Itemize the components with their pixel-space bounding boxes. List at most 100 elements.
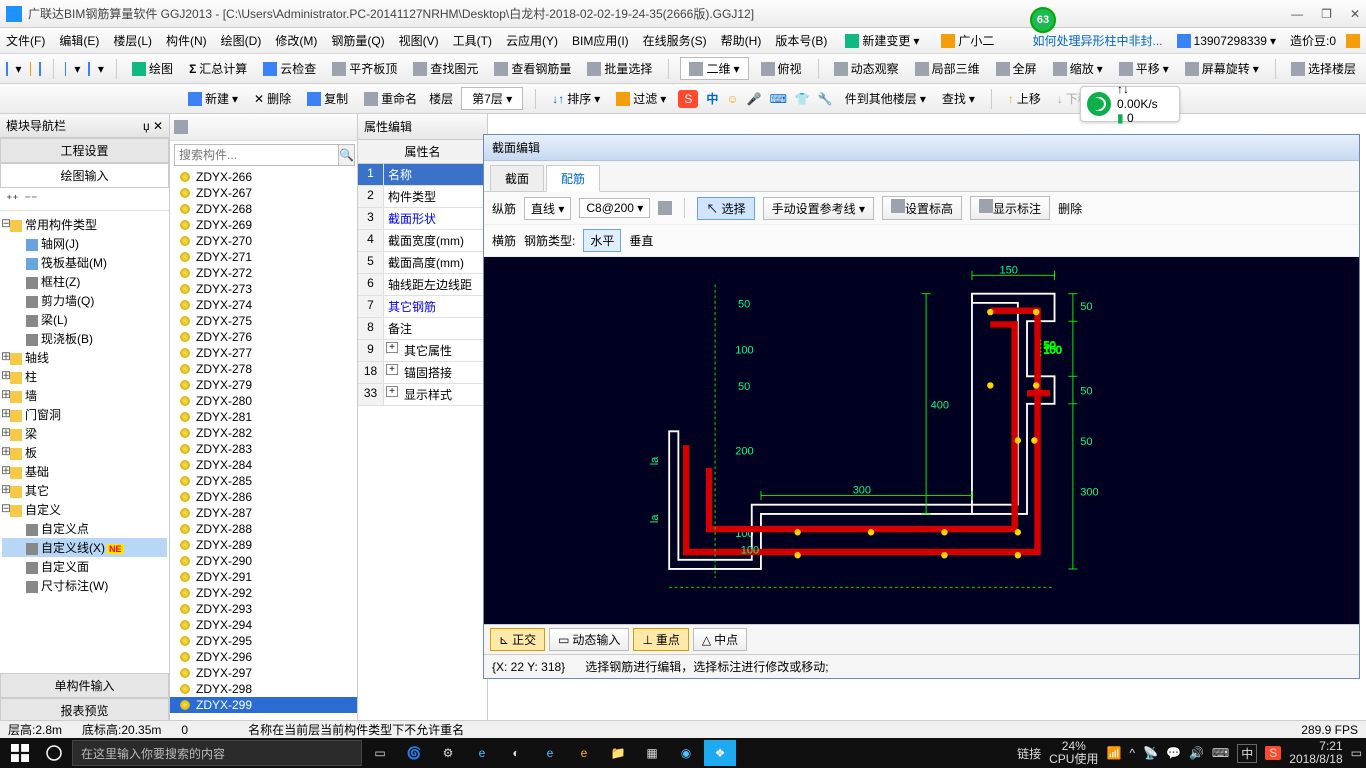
property-row[interactable]: 9+其它属性 (358, 340, 487, 362)
component-list[interactable]: ZDYX-266ZDYX-267ZDYX-268ZDYX-269ZDYX-270… (170, 169, 357, 723)
list-item[interactable]: ZDYX-280 (170, 393, 357, 409)
tray-keyboard-icon[interactable]: ⌨ (1212, 746, 1229, 760)
tb-app-4[interactable]: ▦ (636, 740, 668, 766)
copy-button[interactable]: 复制 (303, 88, 352, 109)
tray-net-icon[interactable]: 📶 (1106, 746, 1121, 760)
rename-button[interactable]: 重命名 (360, 88, 421, 109)
tree-item[interactable]: ⊞其它 (2, 481, 167, 500)
property-row[interactable]: 7其它钢筋 (358, 296, 487, 318)
open-icon[interactable] (30, 62, 32, 76)
manual-ref-button[interactable]: 手动设置参考线 ▾ (763, 197, 874, 220)
tree-item[interactable]: 框柱(Z) (2, 272, 167, 291)
search-button[interactable]: 🔍 (339, 144, 355, 166)
menu-view[interactable]: 视图(V) (399, 32, 439, 49)
copy-to-floor-button[interactable]: 件到其他楼层 ▾ (841, 88, 930, 109)
panel-pin-icon[interactable]: џ ✕ (143, 119, 163, 133)
new-icon[interactable] (6, 62, 8, 76)
list-item[interactable]: ZDYX-291 (170, 569, 357, 585)
tb-app-5[interactable]: ◉ (670, 740, 702, 766)
tab-single-input[interactable]: 单构件输入 (0, 673, 169, 698)
menu-version[interactable]: 版本号(B) (775, 32, 827, 49)
tree-item[interactable]: ⊞柱 (2, 367, 167, 386)
menu-edit[interactable]: 编辑(E) (59, 32, 99, 49)
tb-app-3[interactable]: ◐ (500, 740, 532, 766)
settings-icon[interactable] (658, 201, 672, 215)
property-row[interactable]: 5截面高度(mm) (358, 252, 487, 274)
tab-project-setting[interactable]: 工程设置 (0, 138, 169, 163)
property-row[interactable]: 2构件类型 (358, 186, 487, 208)
list-item[interactable]: ZDYX-298 (170, 681, 357, 697)
lock-icon[interactable] (1346, 34, 1360, 48)
dynamic-view-button[interactable]: 动态观察 (830, 58, 903, 79)
close-button[interactable]: ✕ (1350, 7, 1360, 21)
select-floor-button[interactable]: 选择楼层 (1287, 58, 1360, 79)
menu-cloud[interactable]: 云应用(Y) (506, 32, 558, 49)
phone-label[interactable]: 13907298339 ▾ (1173, 32, 1280, 50)
tree-item[interactable]: ⊞轴线 (2, 348, 167, 367)
list-item[interactable]: ZDYX-292 (170, 585, 357, 601)
tray-notifications-icon[interactable]: ▭ (1351, 746, 1362, 760)
rebar-type-select[interactable]: 直线 ▾ (524, 197, 571, 220)
tree-item[interactable]: 自定义线(X)NE (2, 538, 167, 557)
tree-item[interactable]: 剪力墙(Q) (2, 291, 167, 310)
midpoint-snap-button[interactable]: △ 中点 (693, 628, 747, 651)
tree-item[interactable]: 筏板基础(M) (2, 253, 167, 272)
tree-item[interactable]: ⊞梁 (2, 424, 167, 443)
list-item[interactable]: ZDYX-279 (170, 377, 357, 393)
list-item[interactable]: ZDYX-271 (170, 249, 357, 265)
property-row[interactable]: 18+锚固搭接 (358, 362, 487, 384)
search-input[interactable] (174, 144, 339, 166)
menu-online[interactable]: 在线服务(S) (643, 32, 707, 49)
collapse-all-icon[interactable]: ⁻⁻ (25, 192, 38, 206)
start-button[interactable] (4, 740, 36, 766)
list-item[interactable]: ZDYX-273 (170, 281, 357, 297)
user-label[interactable]: 广小二 (937, 30, 998, 51)
tray-up-icon[interactable]: ^ (1129, 746, 1135, 760)
show-label-button[interactable]: 显示标注 (970, 196, 1050, 220)
minimize-button[interactable]: — (1291, 7, 1303, 21)
tb-explorer[interactable]: 📁 (602, 740, 634, 766)
batch-select-button[interactable]: 批量选择 (583, 58, 656, 79)
bird-view-button[interactable]: 俯视 (757, 58, 806, 79)
property-row[interactable]: 4截面宽度(mm) (358, 230, 487, 252)
view-mode-select[interactable]: 二维 ▾ (680, 57, 748, 80)
tree-item[interactable]: 现浇板(B) (2, 329, 167, 348)
ime-emoji-icon[interactable]: ☺ (726, 92, 738, 106)
tb-link-text[interactable]: 链接 (1017, 745, 1041, 762)
rotate-button[interactable]: 屏幕旋转 ▾ (1181, 58, 1263, 79)
tree-item[interactable]: ⊞板 (2, 443, 167, 462)
maximize-button[interactable]: ❐ (1321, 7, 1332, 21)
ortho-button[interactable]: ⊾ 正交 (490, 628, 545, 651)
list-item[interactable]: ZDYX-297 (170, 665, 357, 681)
property-row[interactable]: 1名称 (358, 164, 487, 186)
ime-mic-icon[interactable]: 🎤 (747, 92, 762, 106)
list-item[interactable]: ZDYX-281 (170, 409, 357, 425)
tray-wifi-icon[interactable]: 📡 (1143, 746, 1158, 760)
tree-item[interactable]: ⊟自定义 (2, 500, 167, 519)
list-item[interactable]: ZDYX-286 (170, 489, 357, 505)
horizontal-button[interactable]: 水平 (583, 229, 621, 252)
rebar-spec-select[interactable]: C8@200 ▾ (579, 198, 650, 218)
menu-draw[interactable]: 绘图(D) (221, 32, 262, 49)
tb-app-2[interactable]: ⚙ (432, 740, 464, 766)
tray-sound-icon[interactable]: 🔊 (1189, 746, 1204, 760)
dyn-input-button[interactable]: ▭ 动态输入 (549, 628, 629, 651)
tray-ime[interactable]: 中 (1237, 744, 1257, 763)
delete-button[interactable]: ✕ 删除 (250, 88, 295, 109)
menu-file[interactable]: 文件(F) (6, 32, 45, 49)
score-bubble[interactable]: 63 (1030, 7, 1056, 33)
list-item[interactable]: ZDYX-290 (170, 553, 357, 569)
pan-button[interactable]: 平移 ▾ (1115, 58, 1173, 79)
save-icon[interactable] (39, 62, 41, 76)
tree-item[interactable]: ⊟常用构件类型 (2, 215, 167, 234)
list-item[interactable]: ZDYX-295 (170, 633, 357, 649)
editor-delete-button[interactable]: 删除 (1058, 200, 1082, 217)
tb-edge2[interactable]: e (534, 740, 566, 766)
list-item[interactable]: ZDYX-269 (170, 217, 357, 233)
list-item[interactable]: ZDYX-299 (170, 697, 357, 713)
undo-icon[interactable] (65, 62, 67, 76)
list-item[interactable]: ZDYX-270 (170, 233, 357, 249)
list-item[interactable]: ZDYX-274 (170, 297, 357, 313)
list-item[interactable]: ZDYX-287 (170, 505, 357, 521)
list-item[interactable]: ZDYX-266 (170, 169, 357, 185)
